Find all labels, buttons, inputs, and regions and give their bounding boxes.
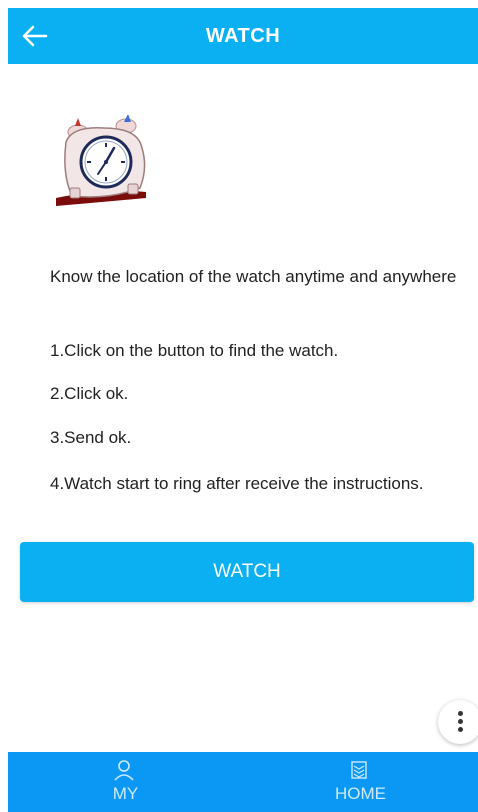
- alarm-clock-icon: [56, 114, 146, 206]
- intro-text: Know the location of the watch anytime a…: [50, 267, 457, 286]
- top-app-bar: WATCH: [8, 8, 478, 64]
- person-icon: [112, 758, 136, 782]
- more-options-button[interactable]: [438, 700, 478, 744]
- find-watch-button[interactable]: WATCH: [20, 542, 474, 602]
- alarm-clock-illustration: [48, 104, 158, 214]
- nav-label-my: MY: [112, 784, 139, 803]
- home-icon: [347, 758, 371, 782]
- nav-item-home[interactable]: HOME: [243, 752, 478, 812]
- nav-label-home: HOME: [335, 784, 386, 803]
- bottom-navigation: MY HOME: [8, 752, 478, 812]
- page-title: WATCH: [205, 25, 281, 47]
- nav-item-my[interactable]: MY: [8, 752, 243, 812]
- instruction-step-1: 1.Click on the button to find the watch.: [50, 341, 339, 360]
- instruction-step-2: 2.Click ok.: [50, 384, 129, 403]
- instruction-step-4: 4.Watch start to ring after receive the …: [50, 474, 424, 493]
- instruction-step-3: 3.Send ok.: [50, 428, 132, 447]
- app-screen: WATCH Know the location of the watch any…: [8, 8, 478, 812]
